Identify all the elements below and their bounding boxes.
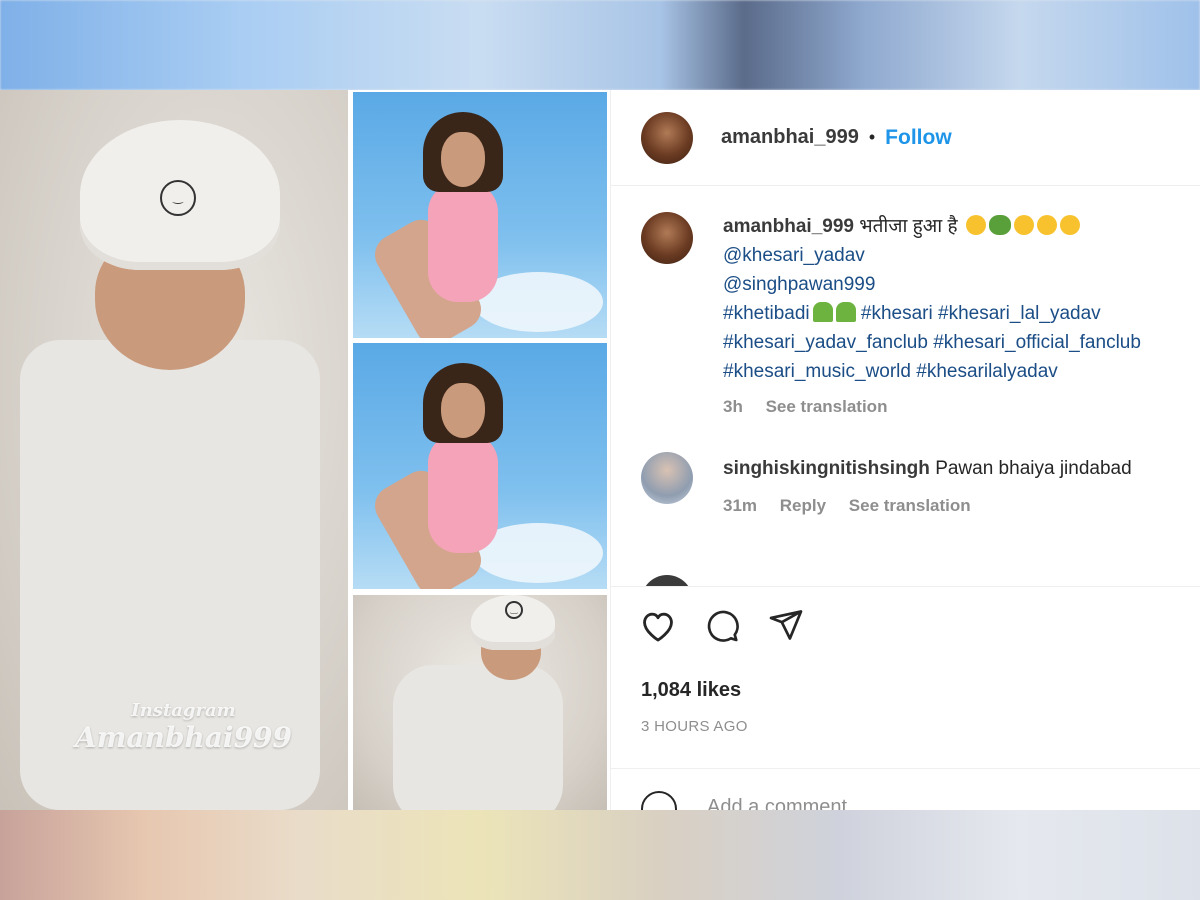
post-media[interactable]: ‿ Instagram Amanbhai999 ‿ [0,90,610,810]
comment-icon[interactable] [703,607,741,643]
post-header: amanbhai_999 • Follow [611,90,1200,186]
tractor-emoji-icon [988,215,1011,235]
background-band-top [0,0,1200,90]
post-details-panel: amanbhai_999 • Follow amanbhai_999 भतीजा… [610,90,1200,810]
comment-text: Pawan bhaiya jindabad [935,458,1132,479]
follow-button[interactable]: Follow [885,126,952,150]
separator: • [868,127,876,147]
post-actions: 1,084 likes 3 HOURS AGO [611,586,1200,768]
corn-emoji-icon [835,302,856,322]
hashtag-link[interactable]: #khesari #khesari_lal_yadav [861,303,1101,324]
add-comment-bar: Add a comment [611,768,1200,810]
watermark: Instagram Amanbhai999 [75,700,293,754]
see-translation-link[interactable]: See translation [849,496,971,515]
caption-time: 3h [723,397,743,416]
comments-section: amanbhai_999 भतीजा हुआ है @khesari_yadav… [611,187,1200,587]
caption-text: भतीजा हुआ है [859,216,958,237]
instagram-post: ‿ Instagram Amanbhai999 ‿ amanbhai_999 •… [0,90,1200,810]
laughing-emoji-icon [1036,215,1057,235]
mention-link[interactable]: @singhpawan999 [723,270,1200,299]
commenter-avatar[interactable] [641,452,693,504]
caption-meta: 3h See translation [723,397,905,417]
likes-count[interactable]: 1,084 likes [641,679,741,702]
see-translation-link[interactable]: See translation [766,397,888,416]
hashtag-link[interactable]: #khesari_yadav_fanclub #khesari_official… [723,328,1200,357]
seedling-emoji-icon [812,302,833,322]
reply-button[interactable]: Reply [780,496,826,515]
side-image-3: ‿ [353,595,607,810]
heart-icon[interactable] [639,607,677,643]
emoji-icon[interactable] [641,791,677,810]
commenter-username[interactable]: singhiskingnitishsingh [723,458,930,479]
mention-link[interactable]: @khesari_yadav [723,241,1200,270]
post-timestamp: 3 HOURS AGO [641,718,748,735]
avatar[interactable] [641,111,693,164]
laughing-emoji-icon [1013,215,1034,235]
header-username[interactable]: amanbhai_999 [721,126,859,149]
share-icon[interactable] [767,607,805,643]
comment-item-partial [641,567,1200,587]
comment-time: 31m [723,496,758,515]
wink-emoji-icon [965,215,986,235]
main-image: ‿ Instagram Amanbhai999 [0,90,348,810]
smiley-patch-icon: ‿ [505,601,523,619]
hashtag-link[interactable]: #khesari_music_world #khesarilalyadav [723,357,1200,386]
side-image-1 [353,92,607,338]
comment-meta: 31m Reply See translation [723,496,989,516]
laughing-emoji-icon [1059,215,1080,235]
background-band-bottom [0,810,1200,900]
caption-avatar[interactable] [641,212,693,264]
smiley-patch-icon: ‿ [160,180,196,216]
caption-username[interactable]: amanbhai_999 [723,216,854,237]
hashtag-link[interactable]: #khetibadi [723,303,810,324]
side-image-2 [353,343,607,589]
add-comment-input[interactable]: Add a comment [707,796,847,810]
